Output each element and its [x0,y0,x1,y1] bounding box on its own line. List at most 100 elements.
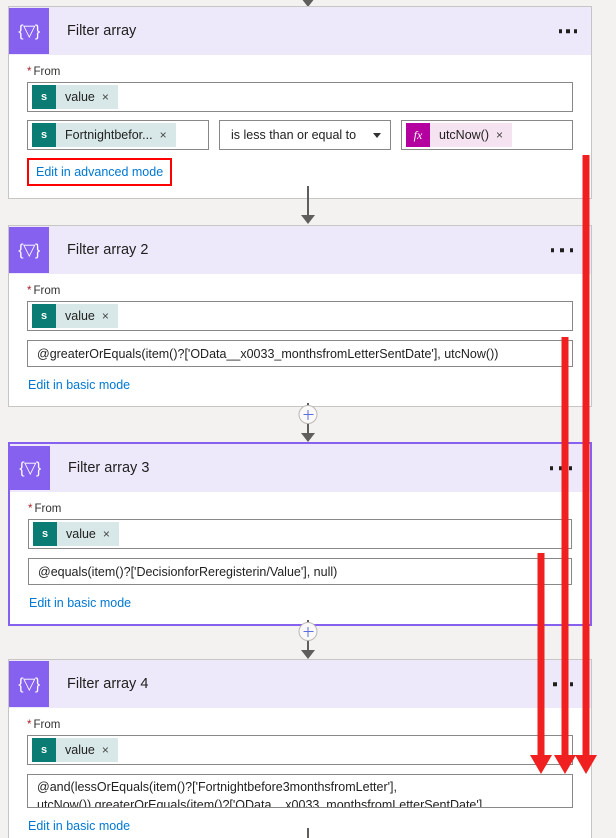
remove-token-icon[interactable]: × [102,309,118,323]
remove-token-icon[interactable]: × [496,128,512,142]
token-chip-value[interactable]: s value × [32,85,118,109]
token-label: value [65,309,95,323]
from-field-label: * From [28,503,62,515]
card-body: * From s value × @equals(item()?['Decisio… [10,492,590,624]
plus-icon [303,413,313,416]
annotation-arrow-shaft [582,155,590,760]
card-title: Filter array 3 [68,460,150,476]
from-field-label: * From [27,66,61,78]
card-body: * From s value × s Fortnightbefor... × i… [9,55,591,198]
required-asterisk: * [27,719,32,731]
arrow-head-icon [301,215,315,224]
from-input[interactable]: s value × [28,519,572,549]
insert-step-button[interactable] [298,622,318,641]
card-header[interactable]: {▽} Filter array 2 [9,226,591,274]
token-label: utcNow() [439,128,490,142]
remove-token-icon[interactable]: × [160,128,176,142]
ellipsis-dot-icon [549,466,553,470]
filter-array-icon: {▽} [10,446,50,490]
advanced-expression-input[interactable]: @equals(item()?['DecisionforReregisterin… [28,558,572,585]
edit-mode-link[interactable]: Edit in advanced mode [27,158,173,186]
card-header[interactable]: {▽} Filter array [9,7,591,55]
from-input[interactable]: s value × [27,735,573,765]
action-card-filter-array-2[interactable]: {▽} Filter array 2 * From s value × @grea… [8,225,592,407]
ellipsis-dot-icon [573,29,577,33]
advanced-expression-input[interactable]: @greaterOrEquals(item()?['OData__x0033_m… [27,340,573,367]
card-header[interactable]: {▽} Filter array 4 [9,660,591,708]
annotation-arrow-long [575,155,597,780]
sharepoint-icon: s [32,123,56,147]
token-chip-expression[interactable]: fx utcNow() × [406,123,513,147]
connector-line [307,828,309,838]
annotation-arrow-shaft [561,337,569,760]
token-chip-value[interactable]: s value × [32,738,118,762]
condition-left-operand-input[interactable]: s Fortnightbefor... × [27,120,209,150]
token-label: value [65,743,95,757]
arrow-head-icon [301,433,315,442]
token-chip-field[interactable]: s Fortnightbefor... × [32,123,176,147]
arrow-head-icon [301,650,315,659]
from-field-label: * From [27,719,61,731]
edit-mode-link[interactable]: Edit in basic mode [28,378,130,392]
filter-array-icon: {▽} [9,227,49,273]
condition-operator-value: is less than or equal to [231,128,357,142]
sharepoint-icon: s [32,85,56,109]
action-card-filter-array-3[interactable]: {▽} Filter array 3 * From s value × @equa… [8,442,592,626]
from-input[interactable]: s value × [27,301,573,331]
ellipsis-dot-icon [550,248,554,252]
fx-icon: fx [406,123,430,147]
token-chip-value[interactable]: s value × [33,522,119,546]
advanced-expression-input[interactable]: @and(lessOrEquals(item()?['Fortnightbefo… [27,774,573,808]
remove-token-icon[interactable]: × [103,527,119,541]
ellipsis-dot-icon [558,29,562,33]
token-label: Fortnightbefor... [65,128,153,142]
insert-step-button[interactable] [298,405,318,424]
token-label: value [65,90,95,104]
overflow-menu-button[interactable] [547,244,578,256]
required-asterisk: * [27,285,32,297]
filter-array-icon: {▽} [9,661,49,707]
from-field-label: * From [27,285,61,297]
sharepoint-icon: s [32,738,56,762]
filter-array-icon: {▽} [9,8,49,54]
required-asterisk: * [28,503,33,515]
ellipsis-dot-icon [560,248,564,252]
card-body: * From s value × @greaterOrEquals(item()?… [9,274,591,406]
sharepoint-icon: s [32,304,56,328]
connector-line [307,186,309,218]
chevron-down-icon[interactable] [373,132,381,138]
annotation-arrow-head [554,755,576,774]
connector-3 [0,620,616,664]
flow-designer-canvas: {▽} Filter array * From s value × s Fort… [0,0,616,838]
ellipsis-dot-icon [569,248,573,252]
from-input[interactable]: s value × [27,82,573,112]
card-header[interactable]: {▽} Filter array 3 [10,444,590,492]
action-card-filter-array-4[interactable]: {▽} Filter array 4 * From s value × @and(… [8,659,592,838]
sharepoint-icon: s [33,522,57,546]
card-title: Filter array 4 [67,676,149,692]
annotation-arrow-head [575,755,597,774]
card-body: * From s value × @and(lessOrEquals(item()… [9,708,591,838]
annotation-arrow-head [530,755,552,774]
edit-mode-link[interactable]: Edit in basic mode [29,596,131,610]
annotation-arrow-medium [554,337,576,780]
remove-token-icon[interactable]: × [102,90,118,104]
connector-1 [0,186,616,228]
required-asterisk: * [27,66,32,78]
overflow-menu-button[interactable] [555,25,582,37]
connector-2 [0,403,616,447]
condition-operator-dropdown[interactable]: is less than or equal to [219,120,391,150]
action-card-filter-array[interactable]: {▽} Filter array * From s value × s Fort… [8,6,592,199]
condition-row: s Fortnightbefor... × is less than or eq… [27,120,573,150]
card-title: Filter array 2 [67,242,149,258]
ellipsis-dot-icon [566,29,570,33]
token-label: value [66,527,96,541]
token-chip-value[interactable]: s value × [32,304,118,328]
remove-token-icon[interactable]: × [102,743,118,757]
plus-icon [303,630,313,633]
annotation-arrow-shaft [537,553,545,760]
card-title: Filter array [67,23,137,39]
connector-bottom [0,828,616,838]
condition-right-operand-input[interactable]: fx utcNow() × [401,120,573,150]
annotation-arrow-short [530,553,552,780]
